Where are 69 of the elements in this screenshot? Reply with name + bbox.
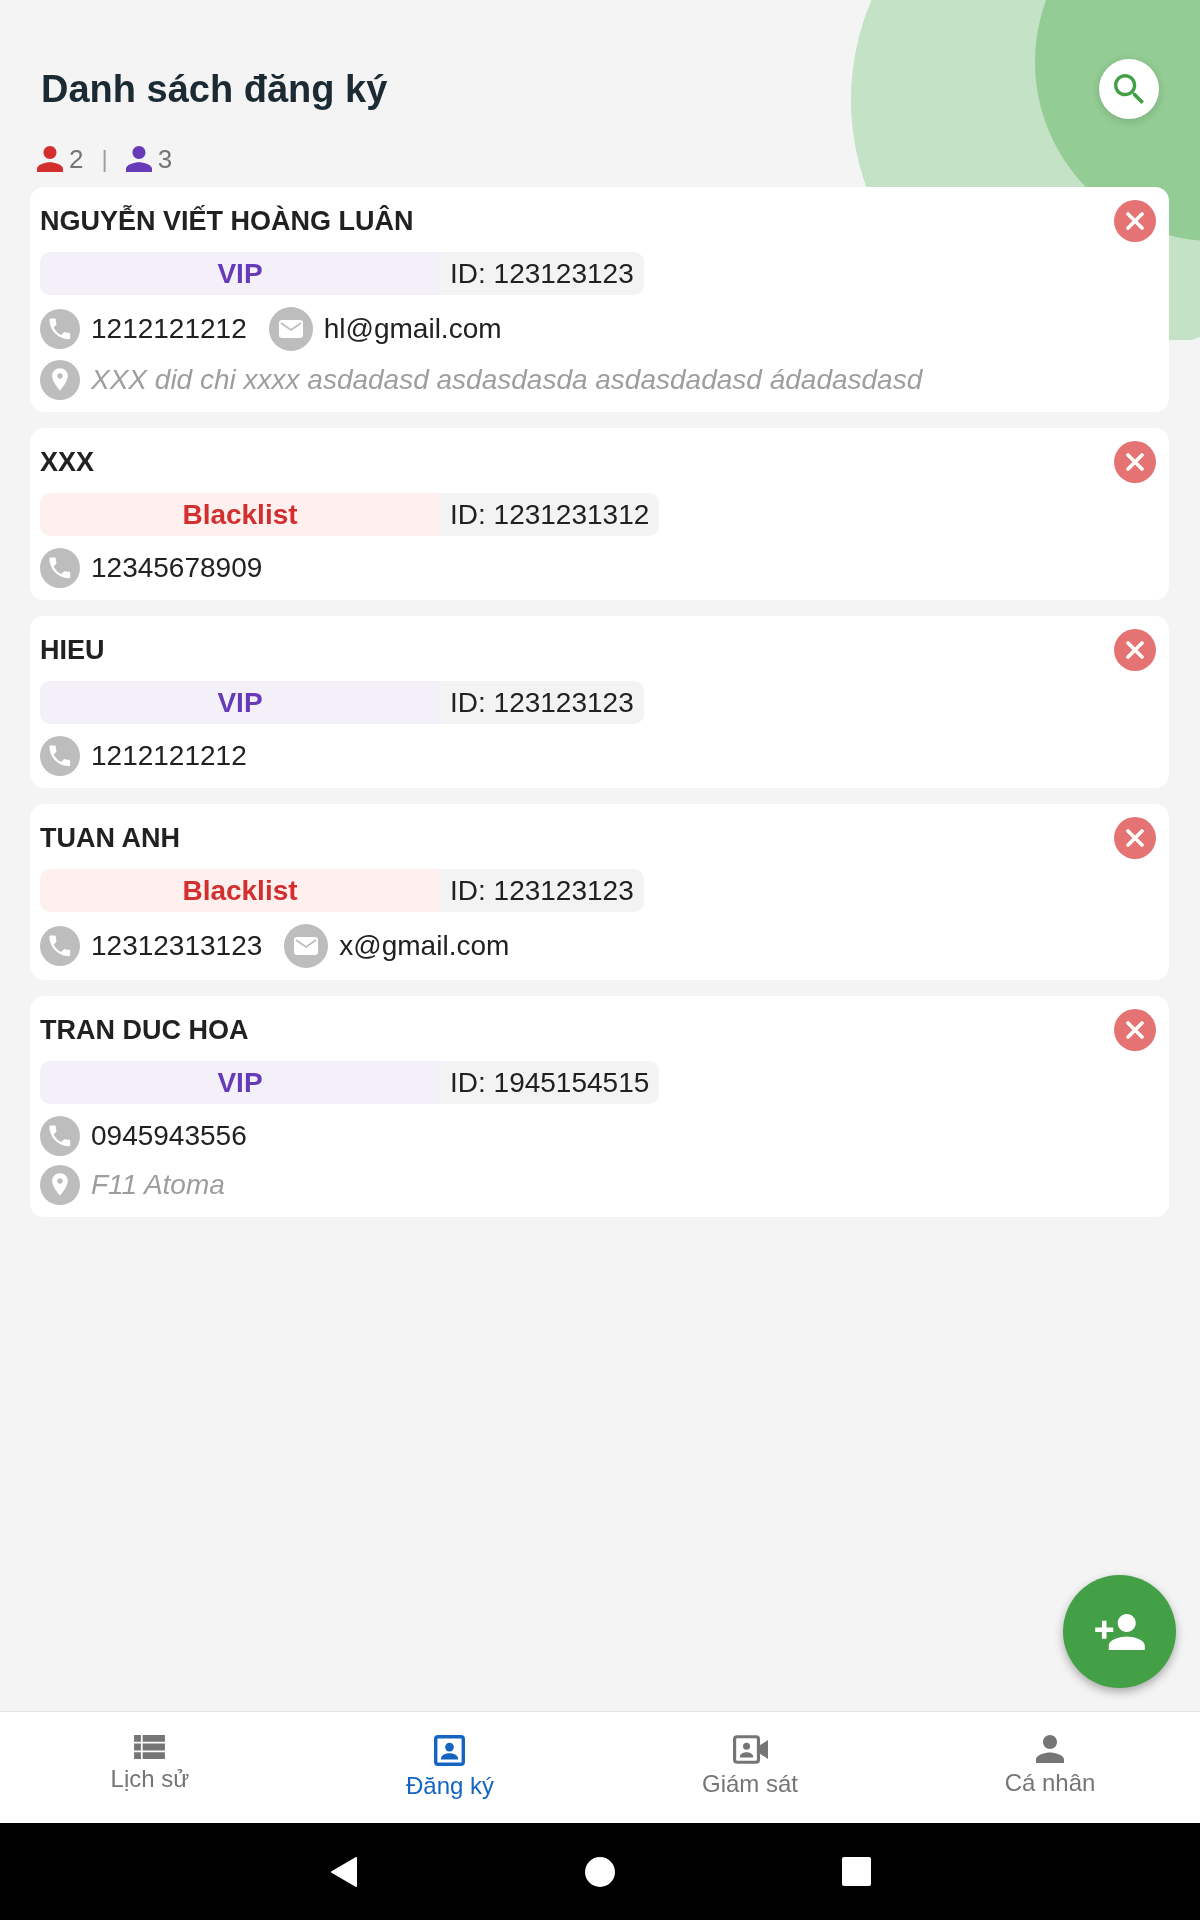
list-icon [134,1735,166,1759]
person-name: HIEU [40,634,105,667]
registration-card[interactable]: HIEU VIP ID: 123123123 1212121212 [30,616,1169,788]
registration-card[interactable]: TRAN DUC HOA VIP ID: 1945154515 0945943556 F11 Atoma [30,996,1169,1217]
location-pin-icon [40,360,80,400]
registration-card[interactable]: TUAN ANH Blacklist ID: 123123123 12312313123 x@gmail.com [30,804,1169,980]
video-camera-icon [732,1735,768,1764]
registration-card[interactable]: NGUYỄN VIẾT HOÀNG LUÂN VIP ID: 123123123 1212121212 hl@gmail.com XXX did chi xxxx asdadasd asdasdasda asdasdadasd ádadasdasd [30,187,1169,412]
id-badge: ID: 1231231312 [440,493,660,536]
email-address: x@gmail.com [339,929,510,963]
page-title: Danh sách đăng ký [41,67,388,112]
address-text: F11 Atoma [91,1168,225,1202]
phone-number: 1212121212 [91,739,247,773]
close-icon [1126,829,1144,847]
status-tag: VIP [40,252,440,295]
nav-tab[interactable]: Giám sát [702,1712,798,1798]
phone-number: 0945943556 [91,1119,247,1153]
count-text: 3 [157,144,173,174]
add-person-button[interactable] [1063,1575,1176,1688]
email-address: hl@gmail.com [323,312,502,346]
mail-icon [268,307,313,351]
id-badge: ID: 1945154515 [440,1061,660,1104]
recents-icon [841,1857,871,1886]
phone-icon [40,309,80,349]
id-badge: ID: 123123123 [440,252,644,295]
phone-number: 12345678909 [91,551,263,585]
location-pin-icon [40,1165,80,1205]
home-icon [585,1856,615,1887]
person-icon [1036,1735,1064,1763]
count-text: 2 [69,144,84,174]
address-text: XXX did chi xxxx asdadasd asdasdasda asdasdadasd ádadasdasd [91,363,923,397]
close-icon [1126,453,1144,471]
phone-icon [40,548,80,588]
recents-button[interactable] [841,1857,871,1886]
nav-tab[interactable]: Đăng ký [405,1712,494,1800]
person-name: XXX [40,446,95,479]
home-button[interactable] [585,1856,615,1887]
search-icon [1114,74,1144,104]
separator-text: | [101,144,108,174]
status-tag: VIP [40,1061,440,1104]
registration-card[interactable]: XXX Blacklist ID: 1231231312 12345678909 [30,428,1169,600]
remove-button[interactable] [1114,629,1156,671]
id-badge: ID: 123123123 [440,681,644,724]
person-name: NGUYỄN VIẾT HOÀNG LUÂN [40,204,414,238]
id-badge: ID: 123123123 [440,869,644,912]
nav-tab[interactable]: Cá nhân [1004,1712,1096,1797]
person-name: TRAN DUC HOA [40,1014,249,1047]
phone-icon [40,926,80,966]
person-name: TUAN ANH [40,822,180,855]
back-icon [330,1855,358,1888]
status-tag: VIP [40,681,440,724]
person-add-icon [1094,1613,1145,1650]
phone-icon [40,736,80,776]
close-icon [1126,1021,1144,1039]
phone-icon [40,1116,80,1156]
remove-button[interactable] [1114,1009,1156,1051]
contact-card-icon [434,1735,466,1766]
remove-button[interactable] [1114,441,1156,483]
remove-button[interactable] [1114,200,1156,242]
status-tag: Blacklist [40,493,440,536]
mail-icon [284,924,329,968]
close-icon [1126,641,1144,659]
remove-button[interactable] [1114,817,1156,859]
phone-number: 12312313123 [91,929,263,963]
status-tag: Blacklist [40,869,440,912]
close-icon [1126,212,1144,230]
phone-number: 1212121212 [91,312,247,346]
nav-tab[interactable]: Lịch sử [110,1712,190,1793]
back-button[interactable] [330,1855,358,1888]
